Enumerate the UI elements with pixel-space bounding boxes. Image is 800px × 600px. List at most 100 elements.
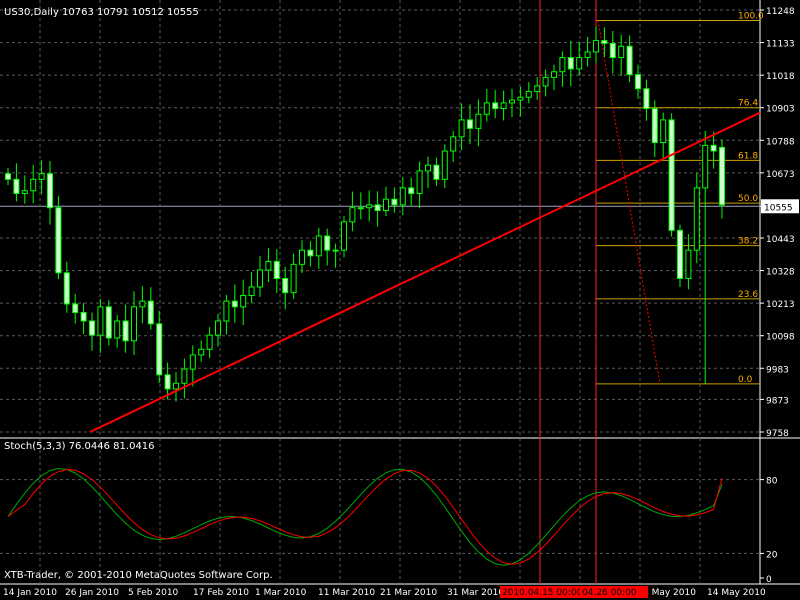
- candle-body: [517, 96, 524, 101]
- candle-body: [215, 320, 221, 336]
- candle-body: [391, 198, 398, 206]
- price-tick-label: 11248: [766, 7, 795, 17]
- candle-body: [500, 102, 507, 110]
- candle-body: [332, 249, 339, 252]
- candle-body: [181, 368, 188, 384]
- candle-body: [559, 57, 566, 73]
- candle-body: [643, 88, 650, 110]
- candle-body: [55, 207, 62, 274]
- candle-body: [651, 108, 658, 144]
- candle-body: [139, 300, 146, 308]
- price-tick-label: 9758: [766, 429, 789, 439]
- candle-body: [63, 272, 70, 305]
- candle-body: [189, 354, 196, 370]
- candle-body: [114, 320, 121, 339]
- price-tick-label: 10328: [766, 268, 795, 278]
- candle-body: [416, 170, 423, 195]
- fibo-level-label: 23.6: [738, 290, 758, 300]
- candle-body: [458, 119, 465, 138]
- candle-body: [719, 146, 725, 206]
- candle-body: [240, 294, 247, 308]
- candle-body: [273, 261, 280, 279]
- candle-body: [601, 40, 608, 44]
- candle-body: [618, 45, 625, 59]
- symbol-info: US30,Daily 10763 10791 10512 10555: [4, 7, 199, 18]
- copyright-text: XTB-Trader, © 2001-2010 MetaQuotes Softw…: [4, 570, 273, 581]
- candle-body: [584, 51, 591, 59]
- date-tick-label: 4 May 2010: [643, 588, 696, 598]
- candle-body: [13, 178, 20, 195]
- date-tick-label: 17 Feb 2010: [193, 588, 249, 598]
- candle-body: [441, 150, 448, 180]
- candle-body: [105, 306, 112, 339]
- candle-body: [542, 76, 549, 87]
- candle-body: [509, 99, 515, 104]
- price-tick-label: 10673: [766, 170, 795, 180]
- candle-body: [668, 119, 675, 231]
- candle-body: [576, 57, 583, 70]
- candle-body: [299, 249, 305, 265]
- candle-body: [21, 190, 28, 195]
- candle-body: [97, 306, 104, 336]
- candle-body: [131, 306, 137, 342]
- candle-body: [80, 311, 87, 322]
- date-tick-label: 21 Mar 2010: [380, 588, 437, 598]
- candle-body: [525, 91, 532, 98]
- trading-chart[interactable]: 100.0 76.4 61.8 50.0 38.2 23.6 0.0 11248 11133 1…: [0, 0, 800, 600]
- candle-body: [156, 323, 163, 376]
- candle-body: [433, 164, 440, 180]
- candle-body: [341, 221, 347, 251]
- price-tick-label: 10903: [766, 105, 795, 115]
- price-tick-label: 11133: [766, 40, 795, 50]
- candle-body: [248, 286, 255, 296]
- candle-body: [534, 85, 541, 93]
- price-tick-label: 9873: [766, 396, 789, 406]
- candle-body: [635, 74, 641, 90]
- candle-body: [408, 187, 415, 195]
- fibo-level-label: 76.4: [738, 99, 758, 109]
- candle-body: [702, 144, 709, 189]
- candle-body: [164, 374, 171, 390]
- stoch-info: Stoch(5,3,3) 76.0446 81.0416: [4, 441, 155, 452]
- candle-body: [593, 40, 599, 53]
- date-tick-label: 1 Mar 2010: [255, 588, 307, 598]
- fibo-level-label: 61.8: [738, 151, 758, 161]
- stoch-tick-label: 80: [766, 477, 778, 487]
- fibo-level-label: 100.0: [738, 11, 764, 21]
- stoch-tick-label: 20: [766, 550, 778, 560]
- candle-body: [685, 249, 692, 279]
- candle-body: [30, 178, 37, 192]
- candle-body: [315, 235, 322, 257]
- candle-body: [399, 187, 406, 206]
- date-tick-label: 14 May 2010: [707, 588, 766, 598]
- candle-body: [467, 119, 473, 129]
- candle-body: [567, 57, 574, 70]
- date-highlight-label: 2010.04.15 00:00: [502, 588, 583, 598]
- candle-body: [609, 42, 616, 59]
- candle-body: [257, 269, 263, 288]
- candle-body: [660, 119, 667, 144]
- candle-body: [231, 300, 238, 308]
- candle-body: [551, 71, 557, 78]
- candle-body: [206, 334, 213, 350]
- candle-body: [677, 229, 683, 279]
- fibo-level-label: 50.0: [738, 194, 758, 204]
- candle-body: [349, 207, 356, 223]
- candle-body: [223, 300, 230, 322]
- date-highlight-label: 04.26 00:00: [582, 588, 637, 598]
- price-tick-label: 10788: [766, 137, 795, 147]
- price-tick-label: 9983: [766, 365, 789, 375]
- stoch-tick-label: 0: [766, 575, 772, 585]
- candle-body: [383, 198, 389, 212]
- candle-body: [483, 102, 490, 115]
- candle-body: [357, 207, 364, 210]
- date-tick-label: 11 Mar 2010: [318, 588, 375, 598]
- date-tick-label: 26 Jan 2010: [65, 588, 119, 598]
- candle-body: [324, 235, 331, 251]
- candle-body: [626, 45, 633, 76]
- price-tick-label: 10213: [766, 300, 795, 310]
- date-tick-label: 31 Mar 2010: [447, 588, 504, 598]
- candle-body: [173, 382, 179, 390]
- candle-body: [38, 173, 45, 180]
- candle-body: [425, 164, 431, 172]
